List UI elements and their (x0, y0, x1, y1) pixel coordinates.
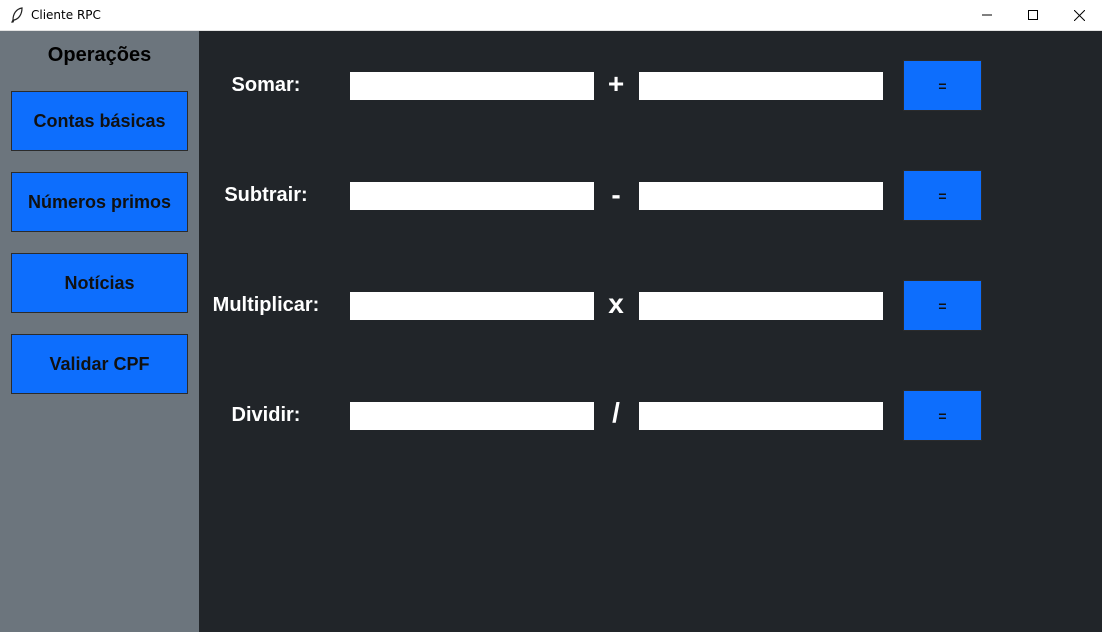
subtrair-first-input[interactable] (350, 182, 594, 210)
multiplicar-symbol: x (608, 288, 624, 319)
validar-cpf-button[interactable]: Validar CPF (11, 334, 188, 394)
multiplicar-first-input[interactable] (350, 292, 594, 320)
dividir-label: Dividir: (231, 404, 301, 426)
multiplicar-second-input[interactable] (639, 292, 883, 320)
somar-second-input[interactable] (639, 72, 883, 100)
somar-label: Somar: (231, 74, 301, 96)
dividir-symbol: / (612, 397, 620, 428)
subtrair-label: Subtrair: (224, 184, 308, 206)
minimize-icon (982, 14, 992, 16)
numeros-primos-button[interactable]: Números primos (11, 172, 188, 232)
dividir-first-input[interactable] (350, 402, 594, 430)
somar-first-input[interactable] (350, 72, 594, 100)
minimize-button[interactable] (964, 0, 1010, 30)
multiplicar-equals-button[interactable]: = (903, 280, 982, 331)
close-icon (1073, 9, 1085, 21)
somar-equals-button[interactable]: = (903, 60, 982, 111)
dividir-equals-button[interactable]: = (903, 390, 982, 441)
dividir-second-input[interactable] (639, 402, 883, 430)
maximize-button[interactable] (1010, 0, 1056, 30)
window-titlebar: Cliente RPC (0, 0, 1102, 31)
multiplicar-label: Multiplicar: (212, 294, 320, 316)
main-panel: Somar: + = Subtrair: - = Multiplicar: x … (199, 31, 1102, 632)
contas-basicas-button[interactable]: Contas básicas (11, 91, 188, 151)
subtrair-symbol: - (611, 179, 621, 210)
maximize-icon (1028, 10, 1038, 20)
subtrair-equals-button[interactable]: = (903, 170, 982, 221)
sidebar: Operações Contas básicas Números primos … (0, 31, 199, 632)
close-button[interactable] (1056, 0, 1102, 30)
subtrair-second-input[interactable] (639, 182, 883, 210)
feather-icon (10, 7, 24, 23)
somar-symbol: + (607, 68, 625, 99)
window-title: Cliente RPC (31, 8, 101, 22)
sidebar-title: Operações (47, 44, 152, 66)
noticias-button[interactable]: Notícias (11, 253, 188, 313)
